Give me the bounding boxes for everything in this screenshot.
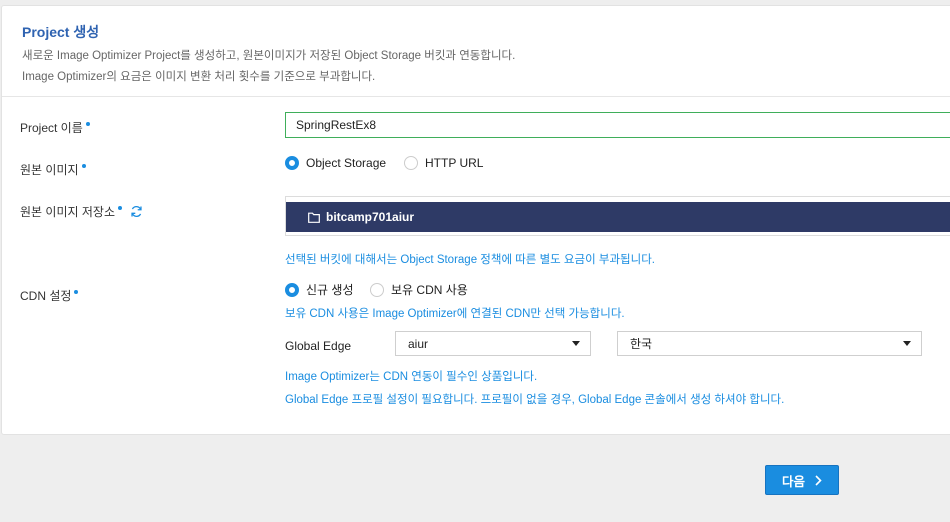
bucket-name: bitcamp701aiur <box>326 210 415 224</box>
radio-label: Object Storage <box>306 156 387 170</box>
project-name-label-text: Project 이름 <box>20 121 83 135</box>
required-dot <box>118 205 122 210</box>
global-edge-label: Global Edge <box>285 339 352 353</box>
header-divider <box>2 96 950 97</box>
radio-circle <box>404 156 418 170</box>
radio-circle <box>285 156 299 170</box>
required-dot <box>85 121 90 126</box>
radio-label: 보유 CDN 사용 <box>391 283 468 297</box>
chevron-down-icon <box>572 341 580 346</box>
cdn-info-1: Image Optimizer는 CDN 연동이 필수인 상품입니다. <box>285 371 538 383</box>
storage-label: 원본 이미지 저장소 <box>20 203 143 220</box>
next-button-label: 다음 <box>781 474 805 489</box>
page-description: 새로운 Image Optimizer Project를 생성하고, 원본이미지… <box>22 46 515 88</box>
radio-cdn-existing[interactable]: 보유 CDN 사용 <box>370 281 468 298</box>
cdn-notice: 보유 CDN 사용은 Image Optimizer에 연결된 CDN만 선택 … <box>285 308 625 320</box>
description-line-1: 새로운 Image Optimizer Project를 생성하고, 원본이미지… <box>22 50 516 62</box>
bucket-item-selected[interactable]: bitcamp701aiur <box>286 202 950 232</box>
global-edge-region-select[interactable]: 한국 <box>617 331 922 356</box>
refresh-icon[interactable] <box>130 205 143 218</box>
project-name-label: Project 이름 <box>20 119 90 136</box>
cdn-info-2: Global Edge 프로필 설정이 필요합니다. 프로필이 없을 경우, G… <box>285 394 785 406</box>
page-title: Project 생성 <box>22 24 100 40</box>
select-value: 한국 <box>630 337 653 351</box>
required-dot <box>81 163 86 168</box>
page-header: Project 생성 새로운 Image Optimizer Project를 … <box>22 22 515 88</box>
chevron-down-icon <box>903 341 911 346</box>
cdn-label: CDN 설정 <box>20 287 79 304</box>
folder-icon <box>308 212 320 223</box>
cdn-label-text: CDN 설정 <box>20 289 72 303</box>
global-edge-profile-select[interactable]: aiur <box>395 331 591 356</box>
radio-circle <box>285 282 299 297</box>
storage-label-text: 원본 이미지 저장소 <box>20 205 115 219</box>
radio-object-storage[interactable]: Object Storage <box>285 156 386 170</box>
chevron-right-icon <box>815 474 822 486</box>
radio-cdn-new[interactable]: 신규 생성 <box>285 281 354 298</box>
radio-label: HTTP URL <box>425 156 484 170</box>
required-dot <box>74 289 79 294</box>
project-name-input[interactable] <box>285 112 950 138</box>
next-button[interactable]: 다음 <box>765 465 839 495</box>
radio-http-url[interactable]: HTTP URL <box>404 156 483 170</box>
description-line-2: Image Optimizer의 요금은 이미지 변환 처리 횟수를 기준으로 … <box>22 71 376 83</box>
source-image-label: 원본 이미지 <box>20 161 86 178</box>
bucket-notice: 선택된 버킷에 대해서는 Object Storage 정책에 따른 별도 요금… <box>285 254 655 266</box>
select-value: aiur <box>408 336 429 351</box>
source-image-label-text: 원본 이미지 <box>20 163 79 177</box>
radio-circle <box>370 282 384 297</box>
bucket-list: bitcamp701aiur <box>285 196 950 236</box>
radio-label: 신규 생성 <box>306 283 354 297</box>
